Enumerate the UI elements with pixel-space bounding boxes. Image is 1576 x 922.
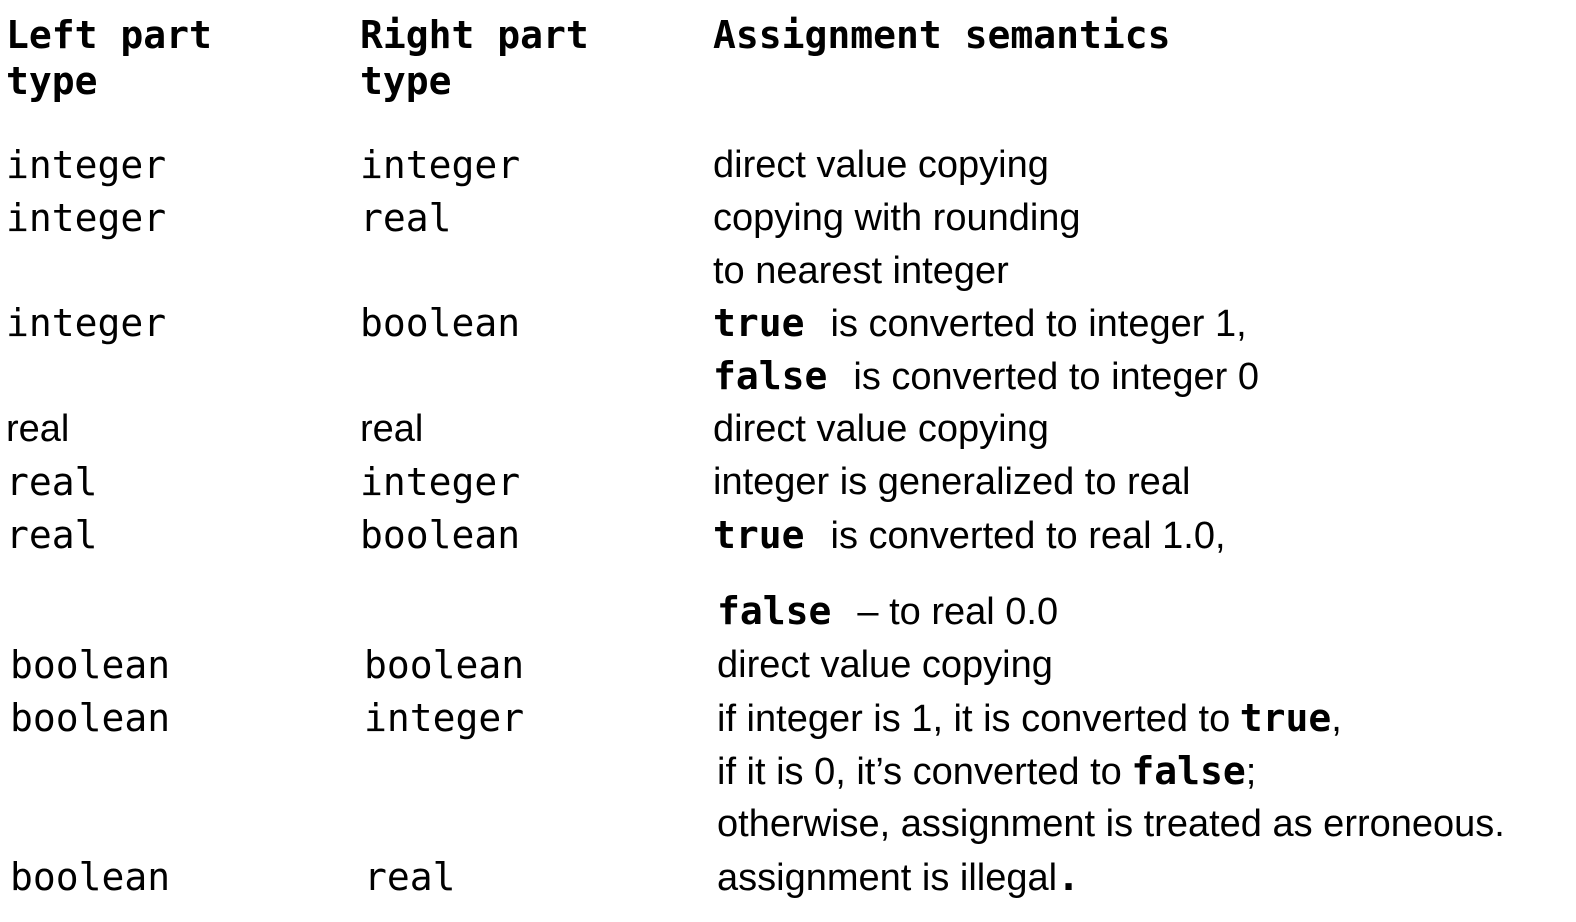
header-assignment-semantics: Assignment semantics bbox=[713, 13, 1171, 57]
row8-right-type: integer bbox=[364, 696, 525, 740]
row3-semantics-line1: true is converted to integer 1, bbox=[713, 300, 1247, 347]
row5-right-type: integer bbox=[360, 460, 521, 504]
false-keyword: false bbox=[713, 354, 828, 398]
row9-semantics: assignment is illegal. bbox=[717, 854, 1080, 901]
row8-semantics-line2: if it is 0, it’s converted to false; bbox=[717, 748, 1256, 795]
row8-semantics-text2: if it is 0, it’s converted to bbox=[717, 751, 1122, 793]
row8-semantics-line1: if integer is 1, it is converted to true… bbox=[717, 695, 1342, 742]
row7-left-type: boolean bbox=[10, 643, 171, 687]
row3-semantics-text1: is converted to integer 1, bbox=[830, 303, 1247, 345]
row2-semantics-line2: to nearest integer bbox=[713, 250, 1009, 292]
row9-semantics-tail: . bbox=[1057, 855, 1080, 899]
row1-left-type: integer bbox=[6, 143, 167, 187]
row2-semantics-line1: copying with rounding bbox=[713, 197, 1081, 239]
row3-right-type: boolean bbox=[360, 301, 521, 345]
row6-semantics-text2: – to real 0.0 bbox=[857, 591, 1059, 633]
header-right-part-type: Right part type bbox=[360, 12, 589, 104]
row6-semantics-line2: false – to real 0.0 bbox=[717, 588, 1058, 635]
row3-left-type: integer bbox=[6, 301, 167, 345]
row5-left-type: real bbox=[6, 460, 98, 504]
row8-semantics-text1: if integer is 1, it is converted to bbox=[717, 698, 1231, 740]
row2-right-type: real bbox=[360, 196, 452, 240]
false-keyword: false bbox=[1131, 749, 1246, 793]
row1-right-type: integer bbox=[360, 143, 521, 187]
false-keyword: false bbox=[717, 589, 832, 633]
row4-left-type: real bbox=[6, 408, 70, 450]
row6-semantics-line1: true is converted to real 1.0, bbox=[713, 512, 1226, 559]
row7-right-type: boolean bbox=[364, 643, 525, 687]
row7-semantics: direct value copying bbox=[717, 644, 1053, 686]
row6-semantics-text1: is converted to real 1.0, bbox=[830, 515, 1226, 557]
header-left-line2: type bbox=[6, 59, 98, 103]
row4-right-type: real bbox=[360, 408, 424, 450]
row6-right-type: boolean bbox=[360, 513, 521, 557]
true-keyword: true bbox=[713, 513, 805, 557]
row8-semantics-tail1: , bbox=[1331, 698, 1342, 740]
row3-semantics-line2: false is converted to integer 0 bbox=[713, 353, 1259, 400]
row5-semantics: integer is generalized to real bbox=[713, 461, 1191, 503]
row8-semantics-line3: otherwise, assignment is treated as erro… bbox=[717, 803, 1505, 845]
row8-semantics-tail2: ; bbox=[1245, 751, 1257, 793]
row9-right-type: real bbox=[364, 855, 456, 899]
row3-semantics-text2: is converted to integer 0 bbox=[853, 356, 1259, 398]
row6-left-type: real bbox=[6, 513, 98, 557]
row4-semantics: direct value copying bbox=[713, 408, 1049, 450]
header-right-line1: Right part bbox=[360, 13, 589, 57]
row9-semantics-text: assignment is illegal bbox=[717, 857, 1058, 899]
row9-left-type: boolean bbox=[10, 855, 171, 899]
true-keyword: true bbox=[713, 301, 805, 345]
header-right-line2: type bbox=[360, 59, 452, 103]
row2-left-type: integer bbox=[6, 196, 167, 240]
header-left-part-type: Left part type bbox=[6, 12, 212, 104]
row8-left-type: boolean bbox=[10, 696, 171, 740]
true-keyword: true bbox=[1239, 696, 1332, 740]
row1-semantics: direct value copying bbox=[713, 144, 1049, 186]
header-left-line1: Left part bbox=[6, 13, 212, 57]
